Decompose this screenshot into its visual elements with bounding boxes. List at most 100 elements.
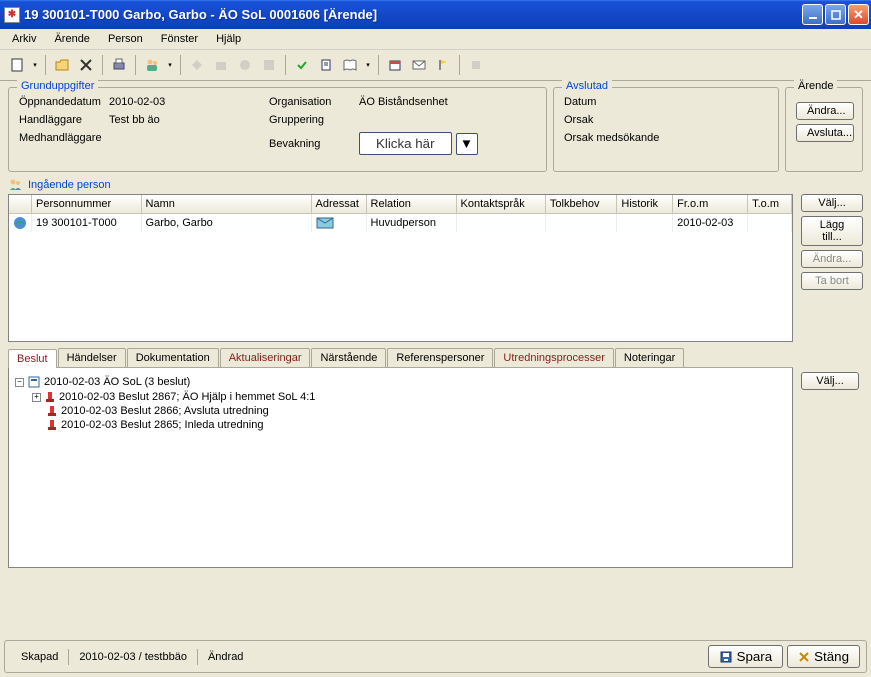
row-hist bbox=[617, 213, 673, 232]
andra-button[interactable]: Ändra... bbox=[796, 102, 854, 120]
menu-arende[interactable]: Ärende bbox=[46, 31, 97, 47]
tree-root[interactable]: − 2010-02-03 ÄO SoL (3 beslut) bbox=[15, 374, 786, 390]
person-tabort-button[interactable]: Ta bort bbox=[801, 272, 863, 290]
klicka-har-button[interactable]: Klicka här bbox=[359, 132, 452, 155]
close-button[interactable]: ✕ bbox=[848, 4, 869, 25]
tree-child-0[interactable]: + 2010-02-03 Beslut 2867; ÄO Hjälp i hem… bbox=[15, 390, 786, 404]
flag-icon[interactable] bbox=[432, 54, 454, 76]
toolbar: ▾ ▾ ▾ bbox=[0, 50, 871, 81]
menu-person[interactable]: Person bbox=[100, 31, 151, 47]
arende-title: Ärende bbox=[794, 80, 837, 92]
statusbar: Skapad 2010-02-03 / testbbäo Ändrad Spar… bbox=[4, 640, 867, 673]
spara-button[interactable]: Spara bbox=[708, 645, 784, 668]
tab-beslut[interactable]: Beslut bbox=[8, 349, 57, 368]
status-andrad-label: Ändrad bbox=[198, 649, 253, 665]
tool3-icon[interactable] bbox=[234, 54, 256, 76]
tab-handelser[interactable]: Händelser bbox=[58, 348, 126, 367]
avslutad-fieldset: Avslutad Datum Orsak Orsak medsökande bbox=[553, 87, 779, 172]
new-icon[interactable] bbox=[6, 54, 28, 76]
tree-doc-icon bbox=[27, 375, 41, 389]
new-dropdown[interactable]: ▾ bbox=[30, 61, 40, 69]
tree-child-1-label: 2010-02-03 Beslut 2866; Avsluta utrednin… bbox=[61, 405, 269, 417]
tree-child-1[interactable]: 2010-02-03 Beslut 2866; Avsluta utrednin… bbox=[15, 404, 786, 418]
window-title: 19 300101-T000 Garbo, Garbo - ÄO SoL 000… bbox=[24, 7, 802, 22]
person-andra-button[interactable]: Ändra... bbox=[801, 250, 863, 268]
tabs-valj-button[interactable]: Välj... bbox=[801, 372, 859, 390]
tree-red-icon bbox=[44, 391, 56, 403]
row-adressat bbox=[311, 213, 366, 232]
delete-icon[interactable] bbox=[75, 54, 97, 76]
tab-noteringar[interactable]: Noteringar bbox=[615, 348, 684, 367]
row-kontakt bbox=[456, 213, 545, 232]
tool1-icon[interactable] bbox=[186, 54, 208, 76]
collapse-icon[interactable]: − bbox=[15, 378, 24, 387]
stang-label: Stäng bbox=[814, 649, 849, 664]
avsluta-button[interactable]: Avsluta... bbox=[796, 124, 854, 142]
app-icon: ✱ bbox=[4, 7, 20, 23]
tree-red-icon bbox=[46, 405, 58, 417]
tree-child-0-label: 2010-02-03 Beslut 2867; ÄO Hjälp i hemme… bbox=[59, 391, 315, 403]
tool4-icon[interactable] bbox=[258, 54, 280, 76]
medhand-label: Medhandläggare bbox=[19, 132, 109, 144]
stang-button[interactable]: Stäng bbox=[787, 645, 860, 668]
col-from[interactable]: Fr.o.m bbox=[673, 195, 748, 213]
tab-dokumentation[interactable]: Dokumentation bbox=[127, 348, 219, 367]
person-grid[interactable]: Personnummer Namn Adressat Relation Kont… bbox=[8, 194, 793, 342]
menu-hjalp[interactable]: Hjälp bbox=[208, 31, 249, 47]
tool-end-icon[interactable] bbox=[465, 54, 487, 76]
maximize-button[interactable] bbox=[825, 4, 846, 25]
status-skapad-val: 2010-02-03 / testbbäo bbox=[69, 649, 198, 665]
col-kontakt[interactable]: Kontaktspråk bbox=[456, 195, 545, 213]
calendar-icon[interactable] bbox=[384, 54, 406, 76]
col-tolk[interactable]: Tolkbehov bbox=[545, 195, 616, 213]
window-controls: ✕ bbox=[802, 4, 869, 25]
tab-referens[interactable]: Referenspersoner bbox=[387, 348, 493, 367]
tool2-icon[interactable] bbox=[210, 54, 232, 76]
book-icon[interactable] bbox=[339, 54, 361, 76]
mail-icon[interactable] bbox=[408, 54, 430, 76]
expand-icon[interactable]: + bbox=[32, 393, 41, 402]
col-hist[interactable]: Historik bbox=[617, 195, 673, 213]
people-icon[interactable] bbox=[141, 54, 163, 76]
print-icon[interactable] bbox=[108, 54, 130, 76]
menu-arkiv[interactable]: Arkiv bbox=[4, 31, 44, 47]
spara-label: Spara bbox=[737, 649, 773, 664]
avslut-orsak-label: Orsak bbox=[564, 114, 593, 126]
titlebar: ✱ 19 300101-T000 Garbo, Garbo - ÄO SoL 0… bbox=[0, 0, 871, 29]
tab-narstaende[interactable]: Närstående bbox=[311, 348, 386, 367]
book-dropdown[interactable]: ▾ bbox=[363, 61, 373, 69]
open-icon[interactable] bbox=[51, 54, 73, 76]
handlaggare-label: Handläggare bbox=[19, 114, 109, 126]
org-value: ÄO Biståndsenhet bbox=[359, 96, 448, 108]
oppnande-value: 2010-02-03 bbox=[109, 96, 165, 108]
row-icon bbox=[9, 213, 32, 232]
handlaggare-value: Test bb äo bbox=[109, 114, 160, 126]
col-relation[interactable]: Relation bbox=[366, 195, 456, 213]
grunduppgifter-fieldset: Grunduppgifter Öppnandedatum2010-02-03 H… bbox=[8, 87, 547, 172]
org-label: Organisation bbox=[269, 96, 359, 108]
people-small-icon bbox=[8, 178, 24, 192]
people-dropdown[interactable]: ▾ bbox=[165, 61, 175, 69]
tab-aktualiseringar[interactable]: Aktualiseringar bbox=[220, 348, 311, 367]
tree-root-label: 2010-02-03 ÄO SoL (3 beslut) bbox=[44, 376, 190, 388]
col-tom[interactable]: T.o.m bbox=[748, 195, 792, 213]
col-pnr[interactable]: Personnummer bbox=[32, 195, 142, 213]
person-lagg-button[interactable]: Lägg till... bbox=[801, 216, 863, 246]
person-valj-button[interactable]: Välj... bbox=[801, 194, 863, 212]
menu-fonster[interactable]: Fönster bbox=[153, 31, 206, 47]
bevakning-dropdown-button[interactable]: ▼ bbox=[456, 133, 478, 155]
minimize-button[interactable] bbox=[802, 4, 823, 25]
col-namn[interactable]: Namn bbox=[141, 195, 311, 213]
check-icon[interactable] bbox=[291, 54, 313, 76]
col-icon[interactable] bbox=[9, 195, 32, 213]
doc-icon[interactable] bbox=[315, 54, 337, 76]
row-relation: Huvudperson bbox=[366, 213, 456, 232]
bevak-label: Bevakning bbox=[269, 138, 359, 150]
row-namn: Garbo, Garbo bbox=[141, 213, 311, 232]
row-pnr: 19 300101-T000 bbox=[32, 213, 142, 232]
col-adressat[interactable]: Adressat bbox=[311, 195, 366, 213]
person-row[interactable]: 19 300101-T000 Garbo, Garbo Huvudperson … bbox=[9, 213, 792, 232]
oppnande-label: Öppnandedatum bbox=[19, 96, 109, 108]
tab-utredning[interactable]: Utredningsprocesser bbox=[494, 348, 614, 367]
tree-child-2[interactable]: 2010-02-03 Beslut 2865; Inleda utredning bbox=[15, 418, 786, 432]
